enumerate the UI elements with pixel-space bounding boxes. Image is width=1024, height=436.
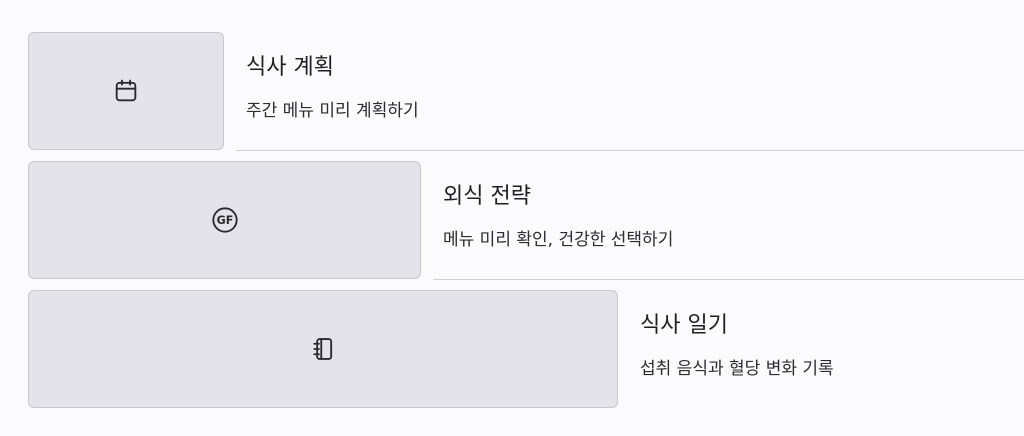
meal-diary-title: 식사 일기 (640, 313, 728, 338)
menu-list: 식사 계획 주간 메뉴 미리 계획하기 GF 외식 전략 메뉴 미리 확인, 건… (0, 0, 1024, 436)
divider (433, 279, 1024, 280)
dining-out-subtitle: 메뉴 미리 확인, 건강한 선택하기 (443, 230, 674, 250)
notebook-icon (309, 335, 337, 363)
gluten-free-icon-label: GF (216, 214, 233, 227)
meal-diary-thumbnail[interactable] (28, 290, 618, 408)
divider (236, 150, 1024, 151)
list-item-dining-out[interactable]: GF 외식 전략 메뉴 미리 확인, 건강한 선택하기 (0, 161, 1024, 281)
meal-plan-subtitle: 주간 메뉴 미리 계획하기 (246, 101, 419, 121)
meal-diary-subtitle: 섭취 음식과 혈당 변화 기록 (640, 359, 834, 379)
list-item-meal-diary[interactable]: 식사 일기 섭취 음식과 혈당 변화 기록 (0, 290, 1024, 410)
list-item-meal-plan[interactable]: 식사 계획 주간 메뉴 미리 계획하기 (0, 32, 1024, 152)
calendar-icon (112, 77, 140, 105)
dining-out-thumbnail[interactable]: GF (28, 161, 421, 279)
meal-plan-thumbnail[interactable] (28, 32, 224, 150)
meal-plan-title: 식사 계획 (246, 55, 334, 80)
gluten-free-icon: GF (211, 206, 239, 234)
dining-out-title: 외식 전략 (443, 184, 531, 209)
